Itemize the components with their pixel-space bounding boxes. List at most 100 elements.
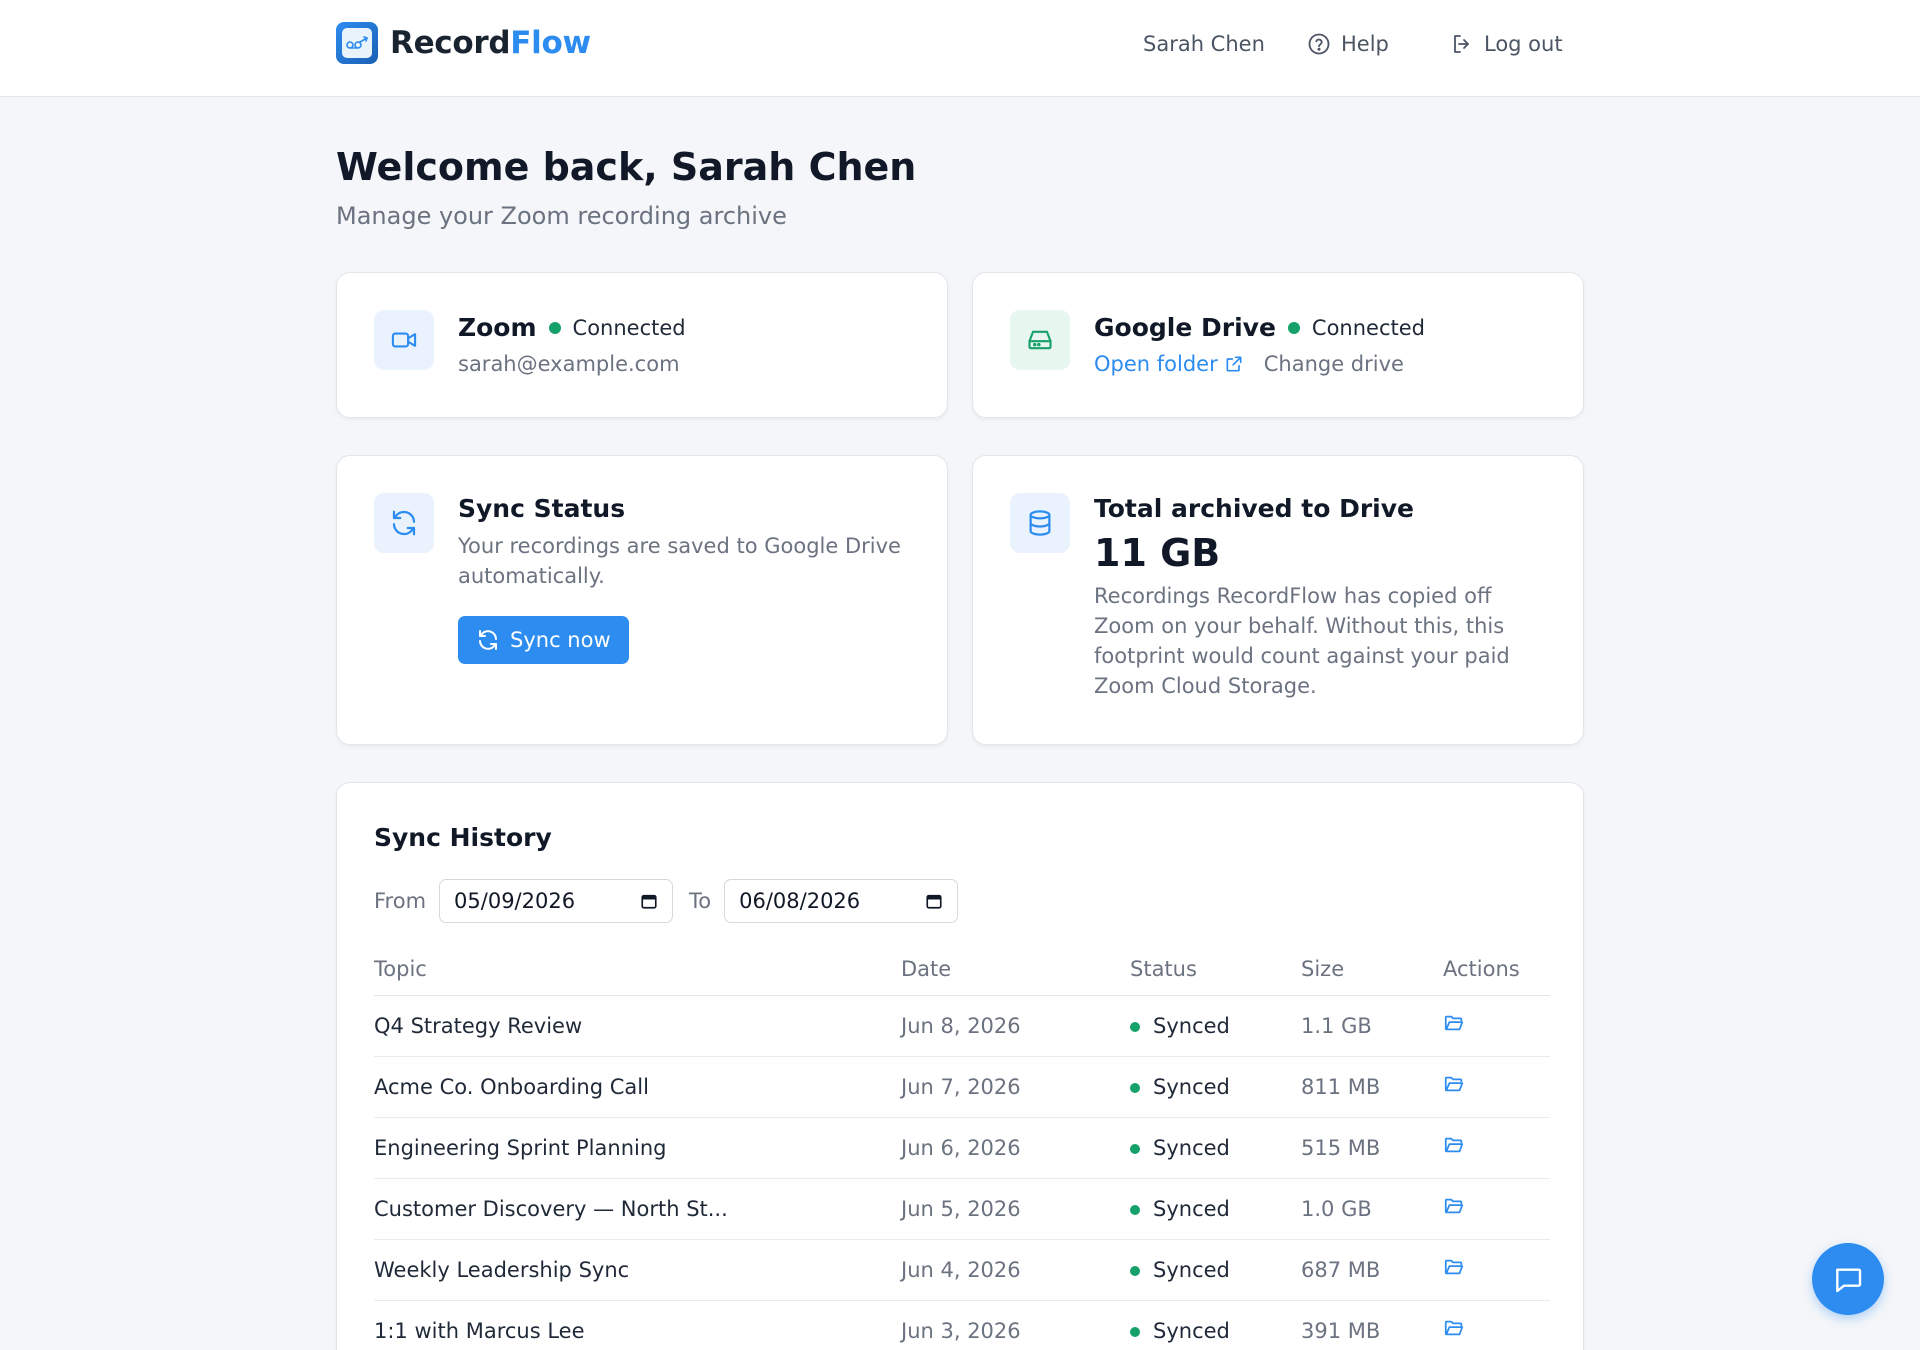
sync-status-title: Sync Status: [458, 494, 626, 523]
date-to-value: 06/08/2026: [739, 889, 861, 913]
change-drive-link[interactable]: Change drive: [1264, 349, 1404, 379]
folder-open-icon: [1444, 1015, 1464, 1031]
table-row: Weekly Leadership Sync Jun 4, 2026 Synced 6…: [374, 1239, 1550, 1301]
hard-drive-icon: [1010, 310, 1070, 370]
row-size: 391 MB: [1301, 1300, 1443, 1350]
row-status-text: Synced: [1153, 1196, 1230, 1221]
chat-button[interactable]: [1812, 1243, 1884, 1315]
open-folder-link[interactable]: Open folder: [1094, 352, 1244, 376]
folder-open-icon: [1444, 1259, 1464, 1275]
status-dot: [1130, 1326, 1140, 1337]
row-topic: Engineering Sprint Planning: [374, 1117, 901, 1179]
help-link[interactable]: Help: [1307, 32, 1389, 56]
row-topic: Acme Co. Onboarding Call: [374, 1056, 901, 1118]
row-actions: [1443, 1117, 1550, 1179]
sync-now-button[interactable]: Sync now: [458, 616, 629, 664]
logout-link[interactable]: Log out: [1450, 32, 1563, 56]
table-row: Customer Discovery — North St... Jun 5, 2…: [374, 1178, 1550, 1240]
brand-name-part1: Record: [390, 25, 511, 61]
chat-icon: [1835, 1268, 1862, 1293]
folder-open-icon: [1444, 1320, 1464, 1336]
column-header-topic: Topic: [374, 943, 901, 996]
external-link-icon: [1226, 356, 1242, 372]
folder-open-icon: [1444, 1198, 1464, 1214]
sync-now-label: Sync now: [510, 628, 611, 652]
date-from-filter: From 05/09/2026: [374, 879, 674, 923]
row-date: Jun 4, 2026: [901, 1239, 1130, 1301]
status-dot: [1130, 1204, 1140, 1215]
sync-history-card: Sync History From 05/09/2026 To 06/08/20…: [336, 782, 1584, 1350]
row-status-text: Synced: [1153, 1135, 1230, 1160]
drive-card-title-row: Google Drive Connected: [1094, 313, 1425, 342]
total-archived-value: 11 GB: [1094, 531, 1221, 575]
logout-icon: [1454, 35, 1469, 53]
help-circle-icon: [1308, 33, 1330, 55]
open-folder-action[interactable]: [1443, 1317, 1465, 1339]
date-from-label: From: [374, 889, 427, 913]
row-actions: [1443, 1300, 1550, 1350]
row-topic: Q4 Strategy Review: [374, 995, 901, 1057]
row-date: Jun 6, 2026: [901, 1117, 1130, 1179]
open-folder-action[interactable]: [1443, 1134, 1465, 1156]
open-folder-action[interactable]: [1443, 1256, 1465, 1278]
row-status: Synced: [1130, 1300, 1301, 1350]
column-header-actions: Actions: [1443, 943, 1550, 996]
folder-open-icon: [1444, 1076, 1464, 1092]
zoom-card-title-row: Zoom Connected: [458, 313, 686, 342]
column-header-date: Date: [901, 943, 1130, 996]
row-topic: Customer Discovery — North St...: [374, 1178, 901, 1240]
row-size: 687 MB: [1301, 1239, 1443, 1301]
open-folder-action[interactable]: [1443, 1073, 1465, 1095]
zoom-connection-card: Zoom Connected sarah@example.com: [336, 272, 948, 418]
calendar-icon: [641, 894, 657, 909]
drive-status-dot: [1287, 321, 1300, 334]
user-menu[interactable]: Sarah Chen: [1143, 32, 1265, 56]
row-actions: [1443, 1056, 1550, 1118]
row-status: Synced: [1130, 1117, 1301, 1179]
column-header-size: Size: [1301, 943, 1443, 996]
folder-open-icon: [1444, 1137, 1464, 1153]
table-row: Acme Co. Onboarding Call Jun 7, 2026 Synce…: [374, 1056, 1550, 1118]
table-row: Q4 Strategy Review Jun 8, 2026 Synced 1.1 G…: [374, 995, 1550, 1057]
row-status: Synced: [1130, 1239, 1301, 1301]
page-title: Welcome back, Sarah Chen: [336, 145, 917, 189]
date-from-input[interactable]: 05/09/2026: [439, 879, 674, 923]
total-archived-title: Total archived to Drive: [1094, 494, 1414, 523]
row-size: 811 MB: [1301, 1056, 1443, 1118]
row-status: Synced: [1130, 995, 1301, 1057]
refresh-icon: [374, 493, 434, 553]
sync-history-title: Sync History: [374, 823, 552, 852]
total-archived-card: Total archived to Drive 11 GB Recordings…: [972, 455, 1584, 745]
sync-status-description: Your recordings are saved to Google Driv…: [458, 534, 901, 588]
brand[interactable]: RecordFlow: [336, 22, 591, 64]
total-archived-description: Recordings RecordFlow has copied off Zoo…: [1094, 584, 1510, 698]
drive-card-title: Google Drive: [1094, 313, 1276, 342]
row-size: 1.1 GB: [1301, 995, 1443, 1057]
row-date: Jun 3, 2026: [901, 1300, 1130, 1350]
zoom-status-dot: [548, 321, 561, 334]
status-dot: [1130, 1082, 1140, 1093]
recordflow-logo-icon: [336, 22, 378, 64]
zoom-account-email: sarah@example.com: [458, 352, 680, 376]
open-folder-action[interactable]: [1443, 1012, 1465, 1034]
row-status-text: Synced: [1153, 1318, 1230, 1343]
row-size: 1.0 GB: [1301, 1178, 1443, 1240]
open-folder-action[interactable]: [1443, 1195, 1465, 1217]
row-date: Jun 7, 2026: [901, 1056, 1130, 1118]
column-header-status: Status: [1130, 943, 1301, 996]
brand-name-part2: Flow: [510, 25, 591, 61]
row-status: Synced: [1130, 1056, 1301, 1118]
date-to-input[interactable]: 06/08/2026: [724, 879, 959, 923]
calendar-icon: [926, 894, 942, 909]
brand-name: RecordFlow: [390, 25, 591, 61]
zoom-card-title: Zoom: [458, 313, 537, 342]
top-navigation-bar: RecordFlow Sarah Chen Help Log out: [0, 0, 1920, 97]
video-camera-icon: [374, 310, 434, 370]
page-subtitle: Manage your Zoom recording archive: [336, 202, 787, 230]
status-dot: [1130, 1143, 1140, 1154]
row-actions: [1443, 1178, 1550, 1240]
refresh-icon: [479, 630, 497, 650]
date-to-filter: To 06/08/2026: [689, 879, 959, 923]
date-from-value: 05/09/2026: [454, 889, 576, 913]
sync-status-card: Sync Status Your recordings are saved to…: [336, 455, 948, 745]
